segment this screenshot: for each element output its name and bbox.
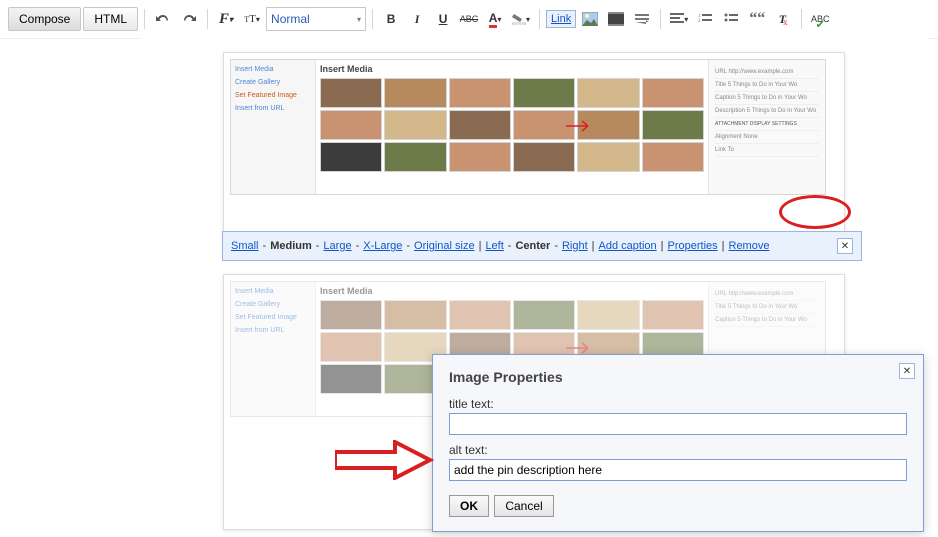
cancel-button[interactable]: Cancel — [494, 495, 553, 517]
italic-button[interactable]: I — [405, 8, 429, 30]
link-button[interactable]: Link — [546, 10, 576, 28]
dialog-close-button[interactable]: ✕ — [899, 363, 915, 379]
font-size-icon[interactable]: TT▾ — [240, 8, 264, 30]
media-sidebar: Insert Media Create Gallery Set Featured… — [231, 60, 316, 194]
insert-video-icon[interactable] — [604, 8, 628, 30]
dialog-title: Image Properties — [449, 369, 907, 385]
insert-image-icon[interactable] — [578, 8, 602, 30]
ok-button[interactable]: OK — [449, 495, 489, 517]
demo-page-1: Insert Media Create Gallery Set Featured… — [223, 52, 845, 258]
title-text-input[interactable] — [449, 413, 907, 435]
title-text-label: title text: — [449, 397, 907, 411]
bold-button[interactable]: B — [379, 8, 403, 30]
add-caption-link[interactable]: Add caption — [599, 240, 657, 252]
size-xlarge[interactable]: X-Large — [363, 240, 402, 252]
align-center[interactable]: Center — [515, 240, 550, 252]
properties-link[interactable]: Properties — [668, 240, 718, 252]
image-resize-toolbar: Small - Medium - Large - X-Large - Origi… — [222, 231, 862, 261]
align-left[interactable]: Left — [485, 240, 503, 252]
redo-icon[interactable] — [177, 8, 201, 30]
bullet-list-icon[interactable] — [719, 8, 743, 30]
remove-format-icon[interactable]: Tx — [771, 8, 795, 30]
align-icon[interactable]: ▾ — [667, 8, 691, 30]
size-medium[interactable]: Medium — [270, 240, 312, 252]
heading-select[interactable]: Normal▾ — [266, 7, 366, 31]
size-large[interactable]: Large — [323, 240, 351, 252]
remove-link[interactable]: Remove — [729, 240, 770, 252]
text-color-icon[interactable]: A▾ — [483, 8, 507, 30]
image-properties-dialog: ✕ Image Properties title text: alt text:… — [432, 354, 924, 532]
insert-break-icon[interactable] — [630, 8, 654, 30]
size-original[interactable]: Original size — [414, 240, 475, 252]
alt-text-input[interactable] — [449, 459, 907, 481]
spellcheck-icon[interactable]: ABC✔ — [808, 8, 832, 30]
quote-icon[interactable]: ““ — [745, 8, 769, 30]
highlight-color-icon[interactable]: ▾ — [509, 8, 533, 30]
editor-toolbar: Compose HTML F▾ TT▾ Normal▾ B I U ABC A▾… — [0, 0, 938, 39]
html-tab[interactable]: HTML — [83, 7, 138, 31]
compose-tab[interactable]: Compose — [8, 7, 81, 31]
strikethrough-button[interactable]: ABC — [457, 8, 481, 30]
size-small[interactable]: Small — [231, 240, 259, 252]
undo-icon[interactable] — [151, 8, 175, 30]
align-right[interactable]: Right — [562, 240, 588, 252]
font-family-icon[interactable]: F▾ — [214, 8, 238, 30]
close-image-toolbar[interactable]: ✕ — [837, 238, 853, 254]
alt-text-label: alt text: — [449, 443, 907, 457]
numbered-list-icon[interactable]: 12 — [693, 8, 717, 30]
underline-button[interactable]: U — [431, 8, 455, 30]
svg-text:2: 2 — [698, 19, 701, 24]
media-library-screenshot: Insert Media Create Gallery Set Featured… — [230, 59, 826, 195]
